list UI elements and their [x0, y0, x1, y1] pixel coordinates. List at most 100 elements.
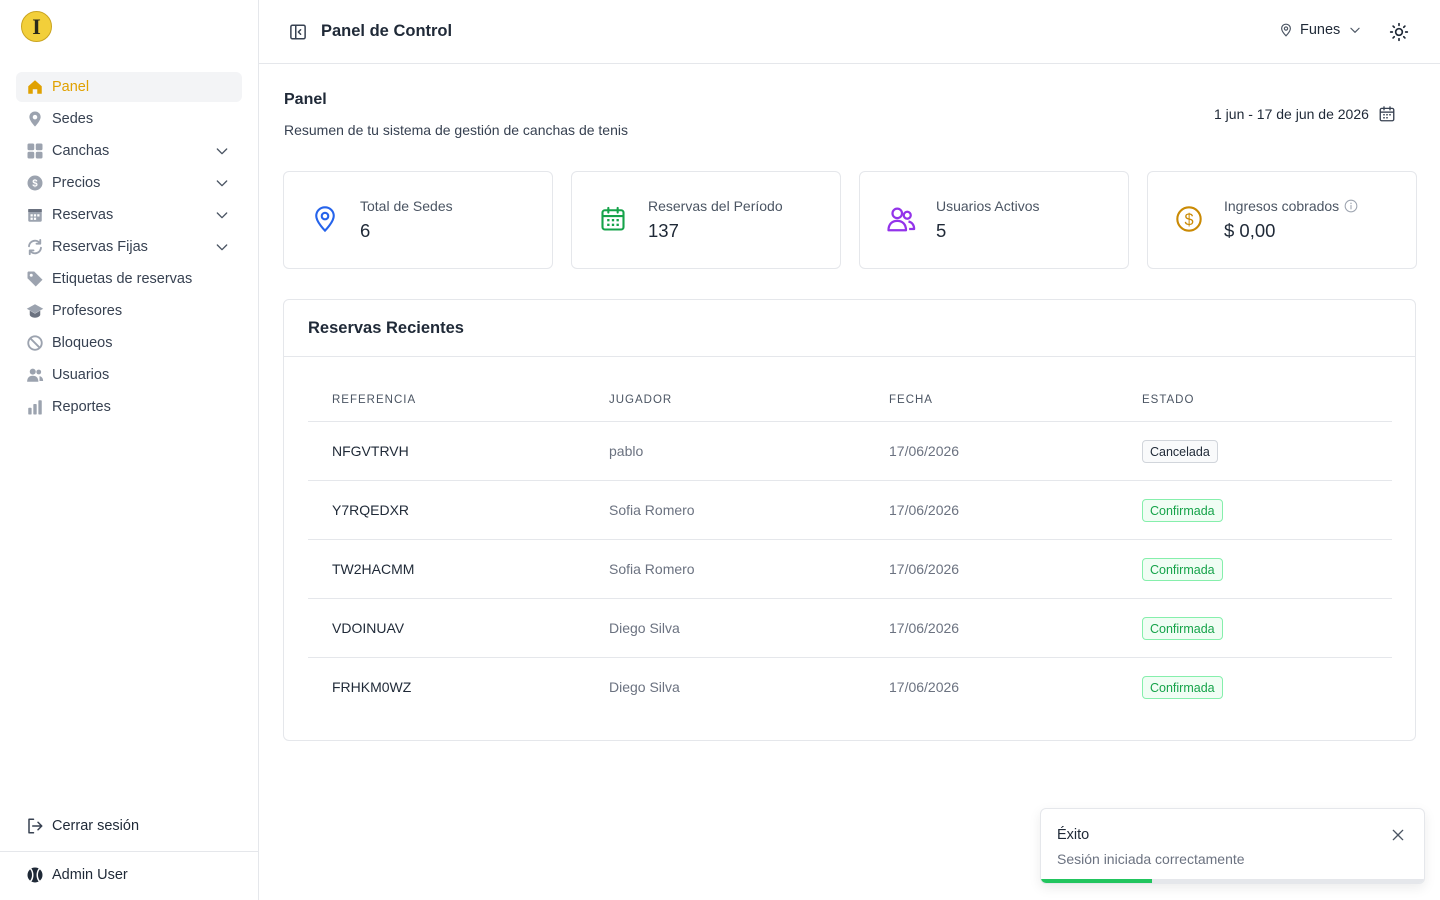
info-icon[interactable] [1344, 199, 1358, 213]
sun-icon[interactable] [1389, 22, 1409, 42]
cell-jugador: Diego Silva [609, 620, 680, 636]
cell-fecha: 17/06/2026 [889, 679, 960, 695]
refresh-icon [26, 238, 44, 256]
map-pin-icon [26, 110, 44, 128]
sidebar-item-precios[interactable]: $ Precios [16, 168, 242, 198]
sidebar-item-label: Sedes [52, 111, 94, 127]
card-title: Reservas Recientes [308, 319, 464, 337]
sidebar-item-label: Usuarios [52, 367, 110, 383]
toast-progress-track [1041, 879, 1424, 883]
recent-reservations-card: Reservas Recientes Referencia Jugador Fe… [283, 299, 1416, 741]
sidebar-item-canchas[interactable]: Canchas [16, 136, 242, 166]
sidebar-item-label: Reportes [52, 399, 111, 415]
stat-label: Usuarios Activos [936, 198, 1040, 214]
location-label: Funes [1300, 22, 1341, 38]
calendar-icon [26, 206, 44, 224]
user-name: Admin User [52, 867, 128, 883]
tag-icon [26, 270, 44, 288]
svg-text:$: $ [32, 178, 38, 189]
toast-progress-bar [1041, 879, 1153, 883]
logout-button[interactable]: Cerrar sesión [16, 811, 242, 841]
sidebar-item-reservas[interactable]: Reservas [16, 200, 242, 230]
cell-jugador: Diego Silva [609, 679, 680, 695]
stat-label: Total de Sedes [360, 198, 453, 214]
location-selector[interactable]: Funes [1279, 22, 1362, 38]
table-header: Referencia Jugador Fecha Estado [308, 386, 1392, 422]
column-header-referencia: Referencia [332, 394, 417, 406]
cell-jugador: pablo [609, 443, 644, 459]
table-row[interactable]: FRHKM0WZ Diego Silva 17/06/2026 Confirma… [308, 658, 1392, 717]
date-range-picker[interactable]: 1 jun - 17 de jun de 2026 [1214, 105, 1396, 123]
toast-message: Sesión iniciada correctamente [1057, 851, 1245, 867]
divider [284, 356, 1415, 357]
cell-referencia: FRHKM0WZ [332, 679, 412, 695]
logout-icon [26, 817, 44, 835]
chevron-down-icon[interactable] [214, 207, 230, 223]
sidebar-item-label: Profesores [52, 303, 123, 319]
ban-icon [26, 334, 44, 352]
toast-notification: Éxito Sesión iniciada correctamente [1040, 808, 1425, 884]
sidebar-item-usuarios[interactable]: Usuarios [16, 360, 242, 390]
sidebar-item-label: Bloqueos [52, 335, 113, 351]
status-badge: Confirmada [1142, 676, 1223, 699]
dollar-icon: $ [26, 174, 44, 192]
sidebar-toggle-icon[interactable] [289, 23, 307, 41]
sidebar-nav: Panel Sedes Canchas $ Precios Reservas R… [16, 72, 242, 424]
calendar-icon [1378, 105, 1396, 123]
sidebar-item-bloqueos[interactable]: Bloqueos [16, 328, 242, 358]
top-header: Panel de Control Funes [259, 0, 1440, 64]
cell-referencia: TW2HACMM [332, 561, 415, 577]
stat-label: Ingresos cobrados [1224, 198, 1358, 214]
page-title: Panel de Control [321, 22, 453, 40]
table-row[interactable]: Y7RQEDXR Sofia Romero 17/06/2026 Confirm… [308, 481, 1392, 540]
users-icon [886, 204, 916, 234]
toast-title: Éxito [1057, 827, 1090, 843]
logout-label: Cerrar sesión [52, 818, 140, 834]
table-row[interactable]: NFGVTRVH pablo 17/06/2026 Cancelada [308, 422, 1392, 481]
calendar-icon [598, 204, 628, 234]
section-title: Panel [284, 91, 327, 108]
stat-card-ingresos: $ Ingresos cobrados $ 0,00 [1147, 171, 1417, 269]
stat-value: 6 [360, 220, 371, 241]
map-pin-icon [310, 204, 340, 234]
column-header-jugador: Jugador [609, 394, 673, 406]
table-row[interactable]: VDOINUAV Diego Silva 17/06/2026 Confirma… [308, 599, 1392, 658]
sidebar-item-reportes[interactable]: Reportes [16, 392, 242, 422]
section-subtitle: Resumen de tu sistema de gestión de canc… [284, 122, 628, 138]
table-row[interactable]: TW2HACMM Sofia Romero 17/06/2026 Confirm… [308, 540, 1392, 599]
sidebar-item-panel[interactable]: Panel [16, 72, 242, 102]
stat-value: 137 [648, 220, 679, 241]
column-header-estado: Estado [1142, 394, 1195, 406]
stat-value: 5 [936, 220, 947, 241]
grid-icon [26, 142, 44, 160]
chevron-down-icon[interactable] [214, 175, 230, 191]
users-icon [26, 366, 44, 384]
app-logo[interactable]: I [21, 11, 52, 42]
cell-jugador: Sofia Romero [609, 502, 695, 518]
cell-fecha: 17/06/2026 [889, 443, 960, 459]
stat-value: $ 0,00 [1224, 220, 1276, 241]
cell-referencia: VDOINUAV [332, 620, 405, 636]
stat-label-text: Ingresos cobrados [1224, 198, 1340, 214]
sidebar-item-label: Reservas Fijas [52, 239, 148, 255]
bar-chart-icon [26, 398, 44, 416]
chevron-down-icon[interactable] [214, 239, 230, 255]
sidebar-item-etiquetas[interactable]: Etiquetas de reservas [16, 264, 242, 294]
stat-card-sedes: Total de Sedes 6 [283, 171, 553, 269]
sidebar-item-sedes[interactable]: Sedes [16, 104, 242, 134]
user-menu[interactable]: Admin User [26, 866, 128, 884]
sidebar-item-profesores[interactable]: Profesores [16, 296, 242, 326]
sidebar-item-label: Canchas [52, 143, 110, 159]
tennis-ball-icon [26, 866, 44, 884]
status-badge: Confirmada [1142, 499, 1223, 522]
logo-letter: I [32, 13, 41, 39]
stat-label: Reservas del Período [648, 198, 783, 214]
status-badge: Confirmada [1142, 558, 1223, 581]
chevron-down-icon[interactable] [214, 143, 230, 159]
sidebar-item-label: Precios [52, 175, 101, 191]
home-icon [26, 78, 44, 96]
status-badge: Confirmada [1142, 617, 1223, 640]
stat-card-reservas: Reservas del Período 137 [571, 171, 841, 269]
sidebar-item-reservas-fijas[interactable]: Reservas Fijas [16, 232, 242, 262]
close-icon[interactable] [1390, 827, 1406, 843]
